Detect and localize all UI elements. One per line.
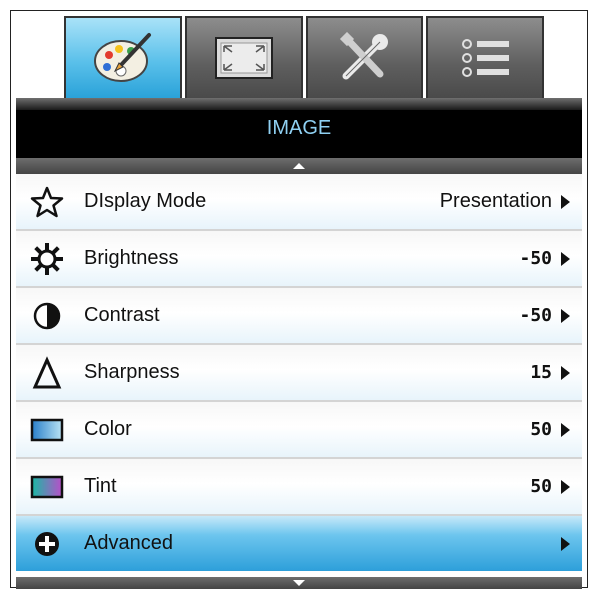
tab-display[interactable]: [184, 16, 303, 98]
sun-icon: [30, 242, 64, 276]
contrast-icon: [30, 299, 64, 333]
caret-right-icon: [561, 194, 570, 209]
tab-options[interactable]: [426, 16, 544, 98]
caret-right-icon: [561, 308, 570, 323]
menu-item-label: Color: [84, 418, 132, 440]
menu-item-tint[interactable]: Tint 50: [16, 459, 582, 516]
page-title: IMAGE: [266, 116, 332, 139]
menu-item-brightness[interactable]: Brightness -50: [16, 231, 582, 288]
menu-item-color[interactable]: Color 50: [16, 402, 582, 459]
menu-item-advanced[interactable]: Advanced: [16, 516, 582, 571]
star-icon: [30, 185, 64, 219]
palette-icon: [93, 33, 151, 82]
menu-item-label: Sharpness: [84, 361, 180, 383]
tools-icon: [340, 32, 389, 80]
menu-item-value: 50: [530, 419, 552, 440]
arrow-up-icon: [293, 163, 305, 169]
menu-item-value: 15: [530, 362, 552, 383]
caret-right-icon: [561, 479, 570, 494]
scroll-up-indicator[interactable]: [16, 158, 582, 174]
menu-item-label: Advanced: [84, 532, 173, 554]
menu-item-value: 50: [530, 476, 552, 497]
menu-item-label: Brightness: [84, 247, 179, 269]
menu-item-sharpness[interactable]: Sharpness 15: [16, 345, 582, 402]
menu-item-contrast[interactable]: Contrast -50: [16, 288, 582, 345]
caret-right-icon: [561, 536, 570, 551]
menu-item-value: -50: [519, 305, 552, 326]
triangle-icon: [30, 355, 64, 390]
caret-right-icon: [561, 365, 570, 380]
menu-list: DIsplay Mode Presentation Brightness -50: [16, 174, 582, 571]
menu-item-label: DIsplay Mode: [84, 190, 207, 212]
menu-item-display-mode[interactable]: DIsplay Mode Presentation: [16, 174, 582, 231]
menu-item-value: Presentation: [439, 190, 552, 212]
caret-right-icon: [561, 251, 570, 266]
list-menu-icon: [462, 39, 510, 77]
tab-image[interactable]: [64, 16, 182, 98]
tint-swatch-icon: [30, 470, 64, 504]
caret-right-icon: [561, 422, 570, 437]
menu-tabs: [64, 16, 544, 98]
menu-item-label: Tint: [84, 475, 117, 497]
tab-setup[interactable]: [305, 16, 424, 98]
menu-item-value: -50: [519, 248, 552, 269]
scroll-down-indicator[interactable]: [16, 577, 582, 589]
arrow-down-icon: [293, 580, 305, 586]
menu-header: IMAGE: [16, 98, 582, 158]
menu-item-label: Contrast: [84, 304, 160, 326]
plus-circle-icon: [30, 527, 64, 561]
display-screen-icon: [214, 37, 273, 79]
color-swatch-icon: [30, 413, 64, 447]
